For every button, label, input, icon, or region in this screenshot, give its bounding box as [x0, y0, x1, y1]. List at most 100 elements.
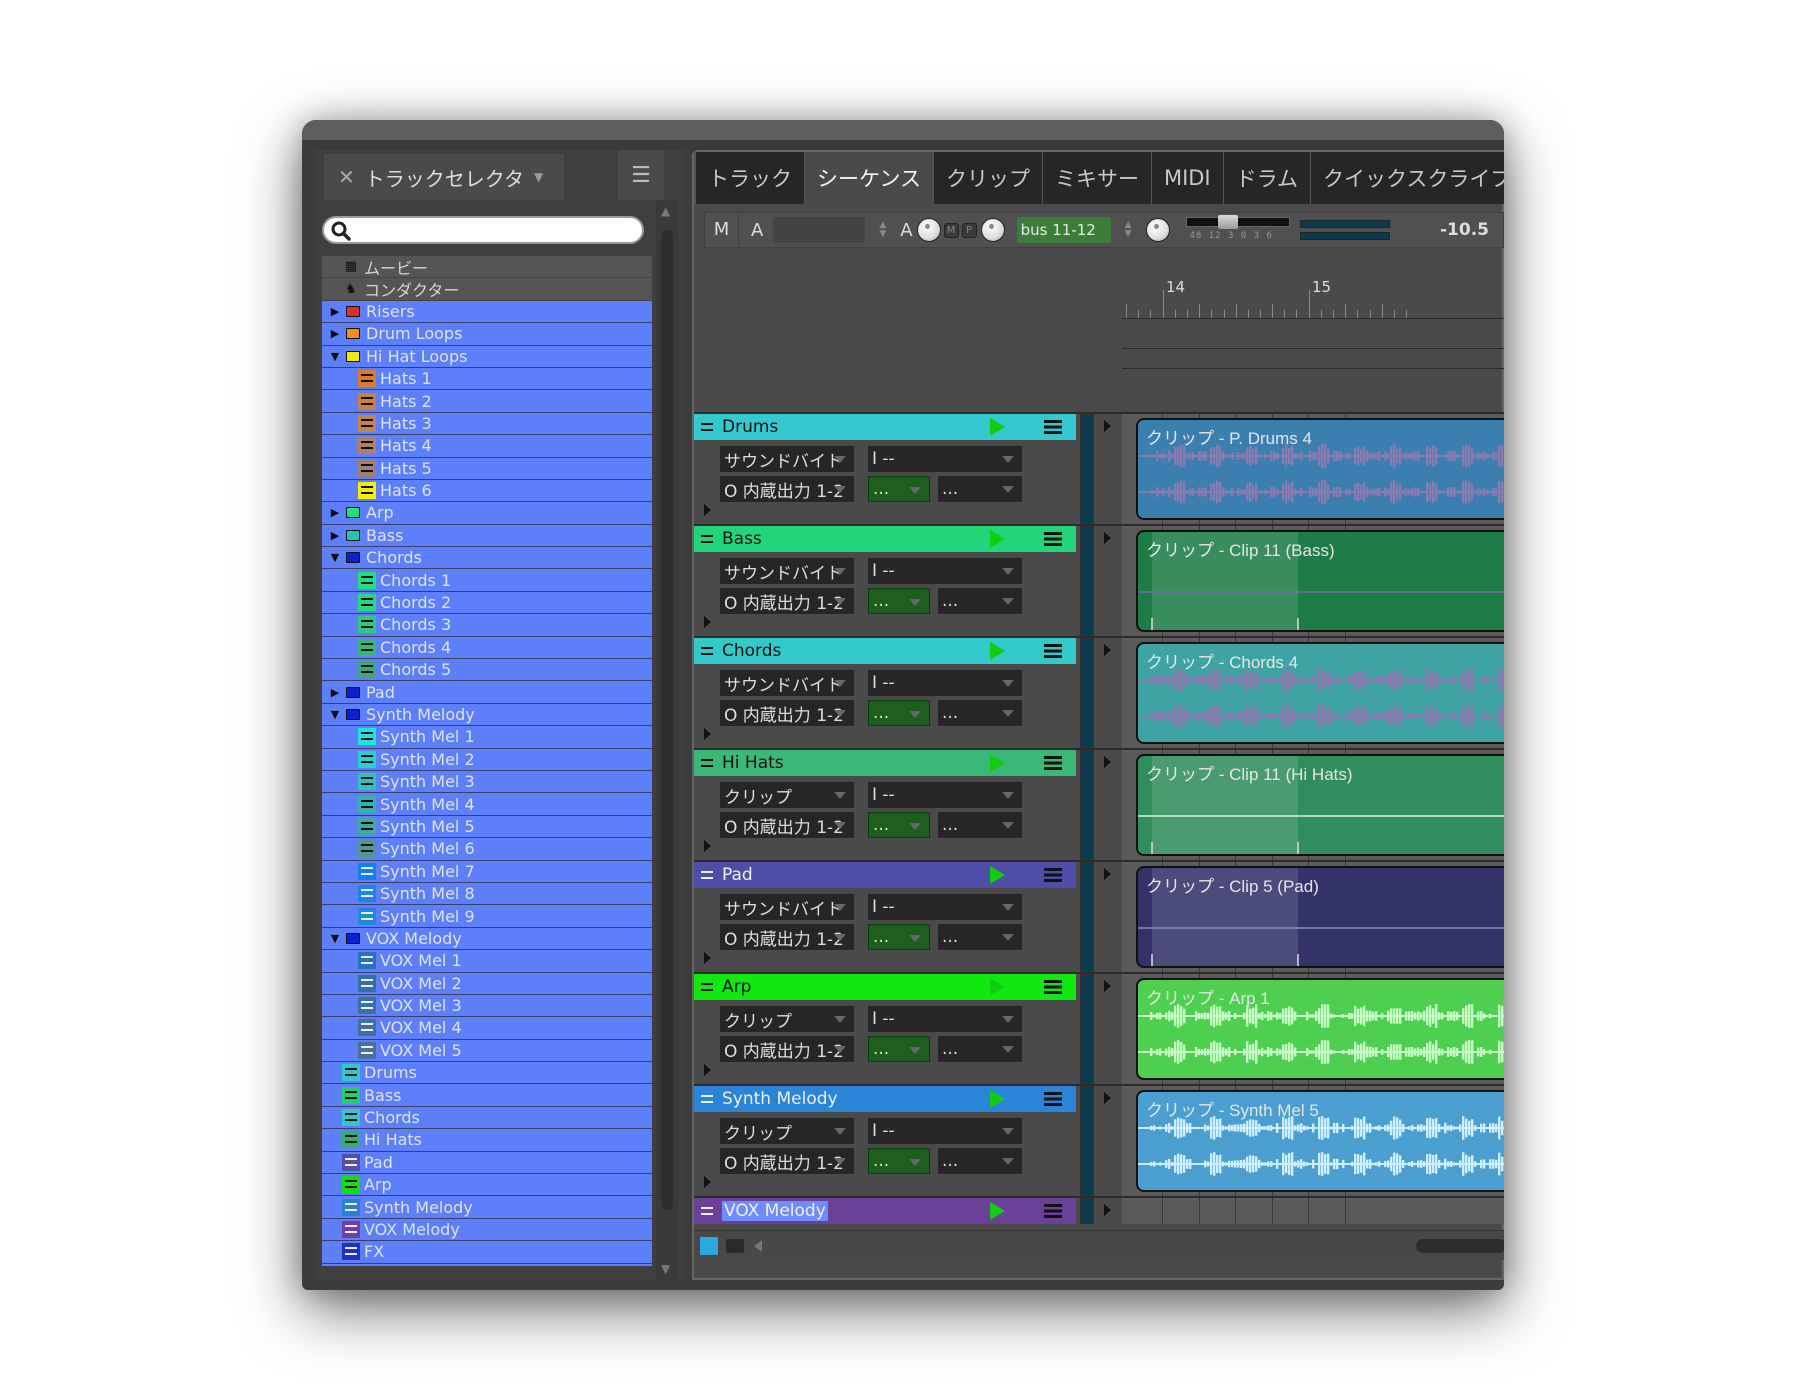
- track-header[interactable]: Chords: [694, 638, 1076, 664]
- tab-2[interactable]: クリップ: [932, 152, 1042, 204]
- input-dropdown[interactable]: サウンドバイト: [720, 894, 854, 920]
- expand-icon[interactable]: ▶: [328, 305, 342, 318]
- play-icon[interactable]: [990, 530, 1005, 548]
- send-dropdown-2[interactable]: ...: [938, 588, 1022, 614]
- track-name[interactable]: Drums: [722, 417, 778, 437]
- track-lane[interactable]: クリップ - Synth Mel 5: [1122, 1086, 1504, 1196]
- play-icon[interactable]: [990, 1090, 1005, 1108]
- expand-track-icon[interactable]: [704, 728, 711, 740]
- list-item[interactable]: ♞ コンダクター: [322, 278, 652, 301]
- tab-0[interactable]: トラック: [695, 152, 804, 204]
- expand-icon[interactable]: ▶: [328, 327, 342, 340]
- volume-fader[interactable]: 48 12 3 0 3 6: [1185, 215, 1290, 245]
- track-lane[interactable]: クリップ - P. Drums 4: [1122, 414, 1504, 524]
- tab-3[interactable]: ミキサー: [1041, 152, 1151, 204]
- send-dropdown-2[interactable]: ...: [938, 924, 1022, 950]
- expand-track-icon[interactable]: [704, 616, 711, 628]
- lane-expand-icon[interactable]: [1104, 756, 1111, 768]
- back-arrow-icon[interactable]: [754, 1240, 762, 1252]
- track-name[interactable]: Synth Melody: [722, 1089, 838, 1109]
- scroll-down-icon[interactable]: ▼: [661, 1262, 670, 1276]
- record-input-dropdown[interactable]: I --: [868, 670, 1022, 696]
- collapse-icon[interactable]: ▼: [328, 350, 342, 363]
- list-item[interactable]: Hats 2: [322, 390, 652, 413]
- input-dropdown[interactable]: サウンドバイト: [720, 446, 854, 472]
- automation-field[interactable]: [773, 217, 866, 243]
- list-item[interactable]: Synth Mel 3: [322, 770, 652, 794]
- list-item[interactable]: VOX Mel 5: [322, 1039, 652, 1063]
- list-item[interactable]: ▦ ムービー: [322, 256, 652, 279]
- list-item[interactable]: Synth Mel 8: [322, 882, 652, 906]
- track-menu-icon[interactable]: [1044, 756, 1062, 770]
- send-dropdown[interactable]: ...: [868, 476, 930, 502]
- expand-track-icon[interactable]: [704, 504, 711, 516]
- track-menu-icon[interactable]: [1044, 1092, 1062, 1106]
- collapse-icon[interactable]: ▼: [328, 932, 342, 945]
- send-knob[interactable]: [980, 218, 1005, 242]
- list-item[interactable]: VOX Mel 4: [322, 1017, 652, 1040]
- play-icon[interactable]: [990, 418, 1005, 436]
- record-input-dropdown[interactable]: I --: [868, 782, 1022, 808]
- track-header[interactable]: Arp: [694, 974, 1076, 1000]
- list-item[interactable]: Chords 3: [322, 614, 652, 637]
- list-item[interactable]: Chords 5: [322, 659, 652, 682]
- list-item[interactable]: Bass: [322, 1084, 652, 1107]
- record-input-dropdown[interactable]: I --: [868, 894, 1022, 920]
- list-item[interactable]: Synth Mel 4: [322, 793, 652, 816]
- m-button[interactable]: M: [943, 222, 959, 238]
- list-item[interactable]: Synth Mel 5: [322, 815, 652, 839]
- clip[interactable]: クリップ - P. Drums 4: [1136, 418, 1504, 520]
- track-name[interactable]: Chords: [722, 641, 781, 661]
- track-header[interactable]: Drums: [694, 414, 1076, 440]
- track-menu-icon[interactable]: [1044, 980, 1062, 994]
- tab-6[interactable]: クイックスクライブ: [1310, 152, 1504, 204]
- track-lane[interactable]: クリップ - Clip 11 (Hi Hats): [1122, 750, 1504, 860]
- list-item[interactable]: FX: [322, 1241, 652, 1264]
- play-icon[interactable]: [990, 1202, 1005, 1220]
- lane-expand-icon[interactable]: [1104, 420, 1111, 432]
- bus-stepper-icon[interactable]: ▲ ▼: [1125, 221, 1132, 239]
- list-item[interactable]: ▶ Drum Loops: [322, 323, 652, 346]
- send-dropdown-2[interactable]: ...: [938, 700, 1022, 726]
- lane-expand-icon[interactable]: [1104, 644, 1111, 656]
- record-input-dropdown[interactable]: I --: [868, 1118, 1022, 1144]
- output-knob[interactable]: [1145, 218, 1170, 242]
- clip[interactable]: クリップ - Chords 4: [1136, 642, 1504, 744]
- list-item[interactable]: ▼ Synth Melody: [322, 703, 652, 727]
- list-item[interactable]: Hats 1: [322, 367, 652, 391]
- track-lane[interactable]: クリップ - Clip 5 (Pad): [1122, 862, 1504, 972]
- output-dropdown[interactable]: O 内蔵出力 1-2: [720, 700, 854, 726]
- timeline-ruler[interactable]: 14 15: [1122, 278, 1504, 318]
- play-icon[interactable]: [990, 978, 1005, 996]
- list-item[interactable]: ♩MIDI Spare: [322, 1263, 652, 1266]
- track-menu-icon[interactable]: [1044, 1204, 1062, 1218]
- list-item[interactable]: Chords 1: [322, 569, 652, 592]
- list-item[interactable]: Pad: [322, 1151, 652, 1175]
- track-header[interactable]: Pad: [694, 862, 1076, 888]
- track-header[interactable]: Synth Melody: [694, 1086, 1076, 1112]
- output-dropdown[interactable]: O 内蔵出力 1-2: [720, 924, 854, 950]
- send-dropdown-2[interactable]: ...: [938, 1036, 1022, 1062]
- track-menu-icon[interactable]: [1044, 868, 1062, 882]
- track-name[interactable]: VOX Melody: [722, 1201, 828, 1221]
- expand-track-icon[interactable]: [704, 840, 711, 852]
- send-dropdown[interactable]: ...: [868, 1148, 930, 1174]
- camera-icon[interactable]: [726, 1239, 744, 1253]
- list-item[interactable]: Hats 3: [322, 412, 652, 436]
- collapse-icon[interactable]: ▼: [328, 551, 342, 564]
- track-header[interactable]: Hi Hats: [694, 750, 1076, 776]
- list-item[interactable]: Drums: [322, 1062, 652, 1085]
- track-lane[interactable]: クリップ - Clip 11 (Bass): [1122, 526, 1504, 636]
- list-item[interactable]: Hats 4: [322, 435, 652, 458]
- input-dropdown[interactable]: クリップ: [720, 1118, 854, 1144]
- record-input-dropdown[interactable]: I --: [868, 558, 1022, 584]
- track-name[interactable]: Bass: [722, 529, 762, 549]
- expand-track-icon[interactable]: [704, 1176, 711, 1188]
- record-input-dropdown[interactable]: I --: [868, 1006, 1022, 1032]
- input-dropdown[interactable]: クリップ: [720, 782, 854, 808]
- send-dropdown[interactable]: ...: [868, 812, 930, 838]
- clip[interactable]: クリップ - Clip 11 (Hi Hats): [1136, 754, 1504, 856]
- stepper-icon[interactable]: ▲ ▼: [879, 221, 886, 239]
- chevron-down-icon[interactable]: ▼: [534, 170, 543, 184]
- list-item[interactable]: VOX Melody: [322, 1218, 652, 1242]
